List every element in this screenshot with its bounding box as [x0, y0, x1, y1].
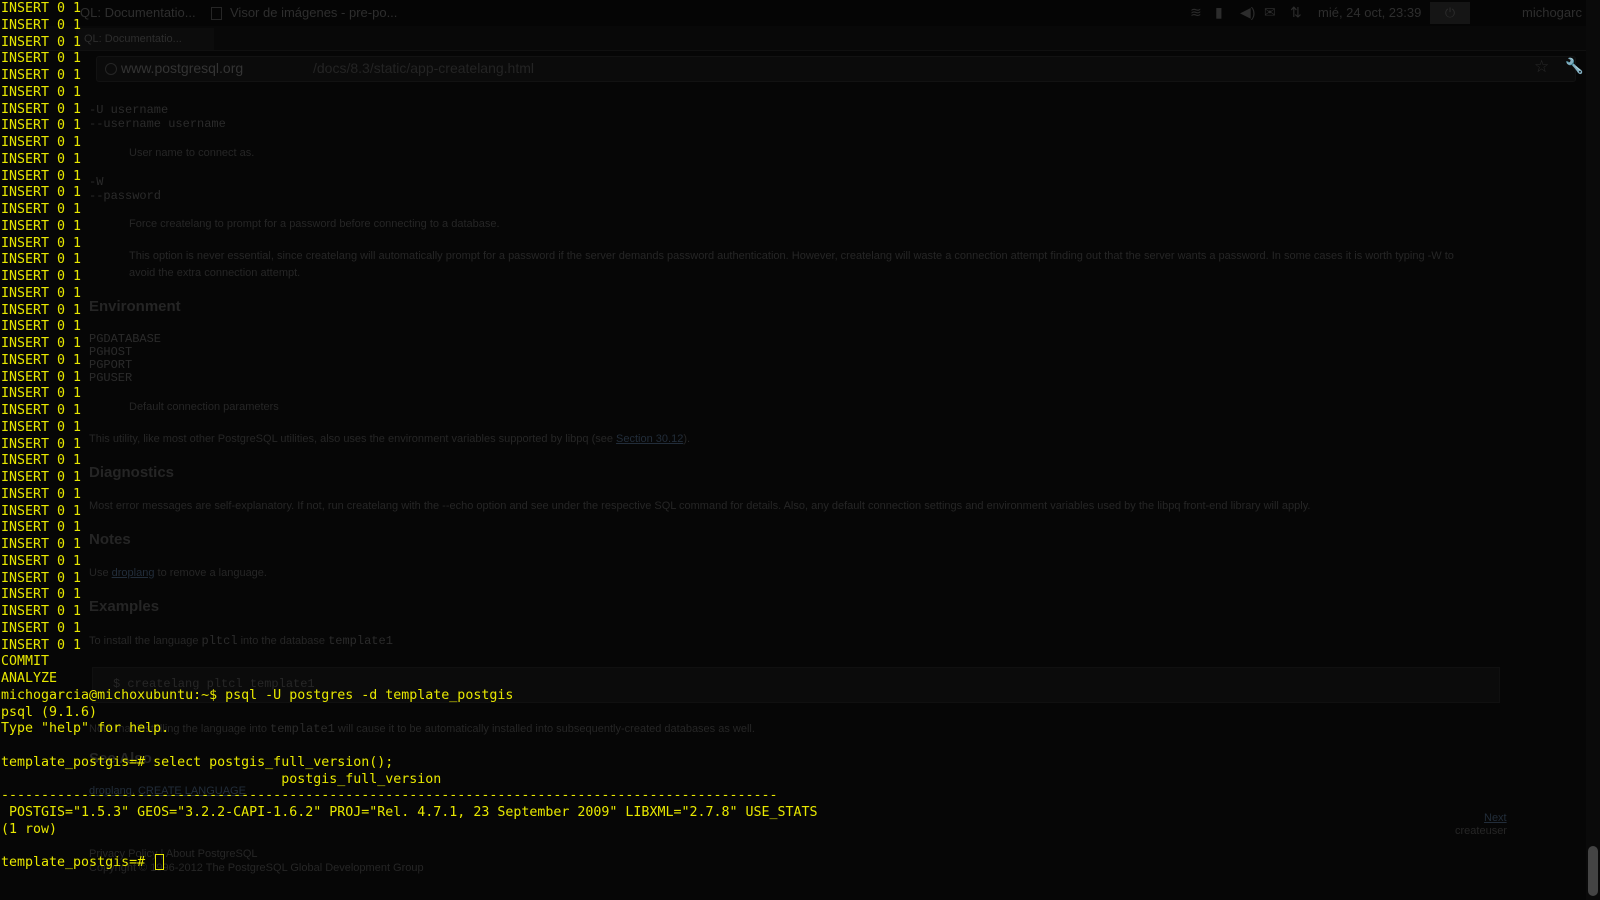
- scrollbar-track[interactable]: [1586, 0, 1600, 900]
- terminal-line: template_postgis=# select postgis_full_v…: [1, 754, 394, 770]
- nav-next-title: createuser: [1455, 825, 1507, 837]
- terminal-prompt: template_postgis=#: [1, 855, 154, 871]
- user-menu[interactable]: michogarc: [1522, 5, 1582, 20]
- terminal-line: postgis_full_version: [1, 771, 442, 787]
- terminal-line: INSERT 0 1: [1, 520, 82, 536]
- terminal-line: INSERT 0 1: [1, 17, 82, 33]
- terminal-prompt-line[interactable]: template_postgis=#: [1, 854, 165, 871]
- terminal-line: INSERT 0 1: [1, 185, 82, 201]
- terminal-line: INSERT 0 1: [1, 302, 82, 318]
- battery-icon[interactable]: ▮: [1215, 4, 1223, 21]
- terminal-line: INSERT 0 1: [1, 34, 82, 50]
- terminal-line: INSERT 0 1: [1, 453, 82, 469]
- terminal-line: ----------------------------------------…: [1, 788, 778, 804]
- terminal-line: INSERT 0 1: [1, 1, 82, 16]
- terminal-line: INSERT 0 1: [1, 218, 82, 234]
- terminal-cursor: [155, 854, 165, 871]
- wifi-icon[interactable]: ≋: [1190, 4, 1202, 21]
- terminal-line: Type "help" for help.: [1, 721, 170, 737]
- terminal-line: INSERT 0 1: [1, 84, 82, 100]
- terminal-line: INSERT 0 1: [1, 151, 82, 167]
- sound-icon[interactable]: ◀): [1240, 4, 1255, 21]
- terminal-line: psql (9.1.6): [1, 704, 98, 720]
- power-button[interactable]: ⏻: [1430, 2, 1470, 24]
- mail-icon[interactable]: ✉: [1264, 4, 1276, 21]
- terminal-line: INSERT 0 1: [1, 570, 82, 586]
- terminal-line: INSERT 0 1: [1, 503, 82, 519]
- transfer-icon[interactable]: ⇅: [1290, 4, 1302, 21]
- terminal-line: INSERT 0 1: [1, 620, 82, 636]
- nav-next-link[interactable]: Next: [1484, 812, 1507, 824]
- terminal-line: INSERT 0 1: [1, 168, 82, 184]
- bookmark-star-icon[interactable]: ☆: [1534, 57, 1549, 77]
- terminal-line: INSERT 0 1: [1, 369, 82, 385]
- terminal-line: INSERT 0 1: [1, 118, 82, 134]
- terminal-line: INSERT 0 1: [1, 553, 82, 569]
- terminal[interactable]: INSERT 0 1 INSERT 0 1 INSERT 0 1 INSERT 0 1…: [1, 0, 831, 900]
- clock[interactable]: mié, 24 oct, 23:39: [1318, 5, 1421, 20]
- terminal-line: INSERT 0 1: [1, 269, 82, 284]
- terminal-line: INSERT 0 1: [1, 68, 82, 83]
- terminal-line: INSERT 0 1: [1, 252, 82, 268]
- terminal-line: INSERT 0 1: [1, 587, 82, 603]
- terminal-line: INSERT 0 1: [1, 336, 82, 351]
- terminal-line: INSERT 0 1: [1, 403, 82, 418]
- terminal-line: INSERT 0 1: [1, 101, 82, 117]
- terminal-line: INSERT 0 1: [1, 436, 82, 452]
- terminal-line: INSERT 0 1: [1, 285, 82, 301]
- terminal-line: INSERT 0 1: [1, 202, 82, 217]
- terminal-line: INSERT 0 1: [1, 537, 82, 552]
- terminal-line: (1 row): [1, 821, 58, 837]
- scrollbar-thumb[interactable]: [1588, 846, 1598, 896]
- wrench-menu-icon[interactable]: 🔧: [1565, 57, 1584, 75]
- terminal-line: INSERT 0 1: [1, 352, 82, 368]
- terminal-line: INSERT 0 1: [1, 135, 82, 150]
- terminal-line: COMMIT: [1, 654, 50, 670]
- terminal-line: INSERT 0 1: [1, 51, 82, 67]
- terminal-line: INSERT 0 1: [1, 637, 82, 653]
- terminal-line: POSTGIS="1.5.3" GEOS="3.2.2-CAPI-1.6.2" …: [1, 805, 818, 820]
- terminal-line: INSERT 0 1: [1, 604, 82, 619]
- terminal-line: INSERT 0 1: [1, 319, 82, 335]
- terminal-line: INSERT 0 1: [1, 386, 82, 402]
- terminal-line: INSERT 0 1: [1, 419, 82, 435]
- terminal-line: INSERT 0 1: [1, 235, 82, 251]
- terminal-line: INSERT 0 1: [1, 470, 82, 485]
- terminal-line: michogarcia@michoxubuntu:~$ psql -U post…: [1, 687, 514, 703]
- terminal-line: INSERT 0 1: [1, 486, 82, 502]
- terminal-line: ANALYZE: [1, 671, 58, 686]
